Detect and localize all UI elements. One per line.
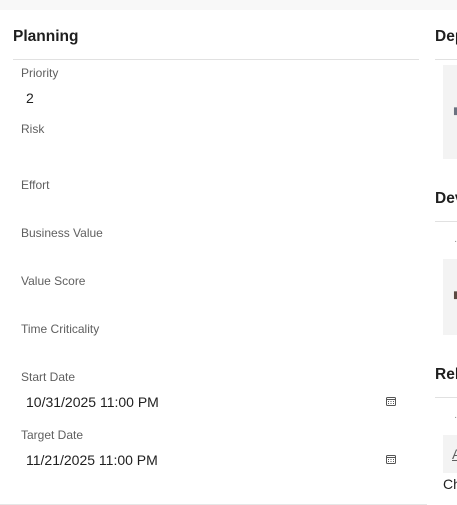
risk-label: Risk: [21, 122, 45, 136]
section-title-rel: Rel: [435, 366, 457, 383]
value-score-field[interactable]: [26, 296, 406, 316]
business-value-label: Business Value: [21, 226, 103, 240]
planning-section-title: Planning: [13, 28, 79, 45]
effort-field[interactable]: [26, 200, 406, 220]
right-panel-clipped: Dep ■ Dev · ■ Rel · A Ch: [427, 10, 457, 505]
dep-card[interactable]: ■: [443, 65, 457, 159]
section-divider: [435, 397, 457, 398]
priority-label: Priority: [21, 66, 59, 80]
target-date-value: 11/21/2025 11:00 PM: [26, 452, 158, 468]
section-divider: [435, 221, 457, 222]
footer-text: Ch: [443, 476, 457, 492]
time-criticality-label: Time Criticality: [21, 322, 100, 336]
risk-field[interactable]: [26, 144, 406, 164]
priority-field[interactable]: 2: [26, 90, 34, 106]
start-date-field[interactable]: 10/31/2025 11:00 PM: [21, 388, 407, 416]
calendar-icon[interactable]: [386, 397, 396, 406]
related-link[interactable]: A: [452, 446, 457, 462]
effort-label: Effort: [21, 178, 50, 192]
calendar-icon[interactable]: [386, 455, 396, 464]
target-date-field[interactable]: 11/21/2025 11:00 PM: [21, 446, 407, 474]
dev-card[interactable]: ■: [443, 259, 457, 335]
value-score-label: Value Score: [21, 274, 86, 288]
section-title-dev: Dev: [435, 190, 457, 207]
rel-card[interactable]: A: [443, 435, 457, 473]
section-title-dep: Dep: [435, 28, 457, 45]
card-icon: ■: [453, 103, 457, 121]
start-date-label: Start Date: [21, 370, 76, 384]
time-criticality-field[interactable]: [26, 344, 406, 364]
planning-panel: Planning Priority 2 Risk Effort Business…: [0, 10, 427, 505]
start-date-value: 10/31/2025 11:00 PM: [26, 394, 159, 410]
business-value-field[interactable]: [26, 248, 406, 268]
card-icon: ■: [453, 287, 457, 305]
section-divider: [435, 59, 457, 60]
target-date-label: Target Date: [21, 428, 84, 442]
section-divider: [13, 59, 419, 60]
